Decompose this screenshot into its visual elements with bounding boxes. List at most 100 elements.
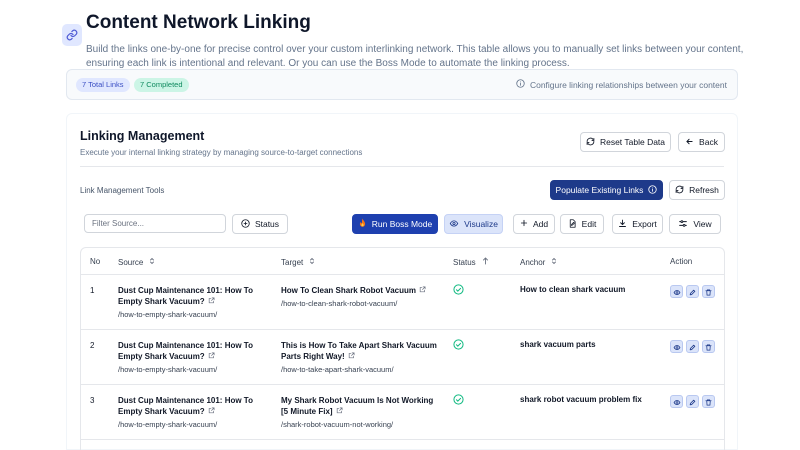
external-link-icon[interactable] xyxy=(348,351,355,362)
edit-button[interactable]: Edit xyxy=(560,214,604,234)
target-title[interactable]: This is How To Take Apart Shark Vacuum Pa… xyxy=(281,340,441,362)
summary-info: Configure linking relationships between … xyxy=(516,79,727,90)
pencil-icon xyxy=(689,393,696,411)
arrow-up-icon[interactable] xyxy=(482,257,489,267)
reset-table-label: Reset Table Data xyxy=(599,137,666,147)
refresh-icon xyxy=(586,137,595,148)
target-title[interactable]: My Shark Robot Vacuum Is Not Working [5 M… xyxy=(281,395,441,417)
column-anchor[interactable]: Anchor xyxy=(520,257,557,267)
view-button[interactable]: View xyxy=(669,214,721,234)
external-link-icon[interactable] xyxy=(336,406,343,417)
source-url: /how-to-empty-shark-vacuum/ xyxy=(118,365,218,375)
eye-icon xyxy=(673,283,681,301)
column-target[interactable]: Target xyxy=(281,257,315,267)
status-cell xyxy=(453,284,464,297)
column-source[interactable]: Source xyxy=(118,257,155,267)
download-icon xyxy=(618,219,627,230)
refresh-icon xyxy=(675,185,684,196)
anchor-text: shark robot vacuum problem fix xyxy=(520,395,642,404)
table-row: 2 Dust Cup Maintenance 101: How To Empty … xyxy=(81,330,724,385)
back-label: Back xyxy=(699,137,718,147)
export-button[interactable]: Export xyxy=(612,214,663,234)
status-cell xyxy=(453,394,464,407)
source-title[interactable]: Dust Cup Maintenance 101: How To Empty Sh… xyxy=(118,340,268,362)
external-link-icon[interactable] xyxy=(208,406,215,417)
eye-icon xyxy=(673,338,681,356)
sort-icon[interactable] xyxy=(309,257,315,267)
edit-label: Edit xyxy=(581,219,597,229)
delete-row-button[interactable] xyxy=(702,395,715,408)
column-status[interactable]: Status xyxy=(453,257,489,267)
page-description: Build the links one-by-one for precise c… xyxy=(86,44,744,69)
column-no: No xyxy=(90,257,101,266)
tools-label: Link Management Tools xyxy=(80,186,165,195)
edit-row-button[interactable] xyxy=(686,395,699,408)
trash-icon xyxy=(705,393,712,411)
row-actions xyxy=(670,285,715,298)
edit-row-button[interactable] xyxy=(686,340,699,353)
populate-links-button[interactable]: Populate Existing Links xyxy=(550,180,663,200)
anchor-text: How to clean shark vacuum xyxy=(520,285,626,294)
target-title[interactable]: How To Clean Shark Robot Vacuum xyxy=(281,285,441,296)
plus-icon xyxy=(520,219,528,229)
linking-management-panel: Linking Management Execute your internal… xyxy=(66,113,738,450)
filter-source-input[interactable] xyxy=(84,214,226,233)
status-filter-label: Status xyxy=(254,219,280,229)
source-title[interactable]: Dust Cup Maintenance 101: How To Empty Sh… xyxy=(118,395,268,417)
target-url: /how-to-take-apart-shark-vacuum/ xyxy=(281,365,394,375)
add-button[interactable]: Add xyxy=(513,214,555,234)
reset-table-button[interactable]: Reset Table Data xyxy=(580,132,671,152)
status-filter-button[interactable]: Status xyxy=(232,214,288,234)
completed-badge: 7 Completed xyxy=(134,78,189,92)
links-table: No Source Target Status Anchor Action 1 … xyxy=(80,247,725,450)
table-header: No Source Target Status Anchor Action xyxy=(81,248,724,275)
add-label: Add xyxy=(532,219,549,229)
total-links-badge: 7 Total Links xyxy=(76,78,130,92)
sort-icon[interactable] xyxy=(551,257,557,267)
source-title[interactable]: Dust Cup Maintenance 101: How To Empty Sh… xyxy=(118,285,268,307)
table-row: 3 Dust Cup Maintenance 101: How To Empty … xyxy=(81,385,724,440)
source-cell: Dust Cup Maintenance 101: How To Empty Sh… xyxy=(118,285,268,319)
edit-icon xyxy=(568,218,577,230)
external-link-icon[interactable] xyxy=(208,296,215,307)
panel-divider xyxy=(80,166,724,167)
check-circle-icon xyxy=(453,339,464,352)
run-boss-mode-label: Run Boss Mode xyxy=(371,219,433,229)
view-row-button[interactable] xyxy=(670,340,683,353)
pencil-icon xyxy=(689,338,696,356)
trash-icon xyxy=(705,338,712,356)
target-url: /how-to-clean-shark-robot-vacuum/ xyxy=(281,299,398,309)
view-row-button[interactable] xyxy=(670,395,683,408)
view-row-button[interactable] xyxy=(670,285,683,298)
source-url: /how-to-empty-shark-vacuum/ xyxy=(118,310,218,320)
panel-subtitle: Execute your internal linking strategy b… xyxy=(80,148,363,157)
visualize-button[interactable]: Visualize xyxy=(444,214,503,234)
export-label: Export xyxy=(632,219,657,229)
info-icon xyxy=(516,79,525,90)
run-boss-mode-button[interactable]: Run Boss Mode xyxy=(352,214,438,234)
refresh-button[interactable]: Refresh xyxy=(669,180,725,200)
sort-icon[interactable] xyxy=(149,257,155,267)
target-cell: This is How To Take Apart Shark Vacuum Pa… xyxy=(281,340,441,374)
visualize-label: Visualize xyxy=(464,219,498,229)
back-button[interactable]: Back xyxy=(678,132,725,152)
row-number: 3 xyxy=(90,396,95,405)
edit-row-button[interactable] xyxy=(686,285,699,298)
delete-row-button[interactable] xyxy=(702,340,715,353)
external-link-icon[interactable] xyxy=(208,351,215,362)
source-cell: Dust Cup Maintenance 101: How To Empty Sh… xyxy=(118,395,268,429)
target-cell: My Shark Robot Vacuum Is Not Working [5 M… xyxy=(281,395,441,429)
status-cell xyxy=(453,339,464,352)
plus-circle-icon xyxy=(241,218,250,230)
row-number: 1 xyxy=(90,286,95,295)
check-circle-icon xyxy=(453,284,464,297)
link-icon xyxy=(62,24,82,46)
view-label: View xyxy=(693,219,712,229)
delete-row-button[interactable] xyxy=(702,285,715,298)
row-actions xyxy=(670,395,715,408)
populate-links-label: Populate Existing Links xyxy=(555,185,644,195)
external-link-icon[interactable] xyxy=(419,285,426,296)
column-action: Action xyxy=(670,257,693,266)
info-icon xyxy=(648,184,658,196)
summary-bar: 7 Total Links 7 Completed Configure link… xyxy=(66,69,738,100)
